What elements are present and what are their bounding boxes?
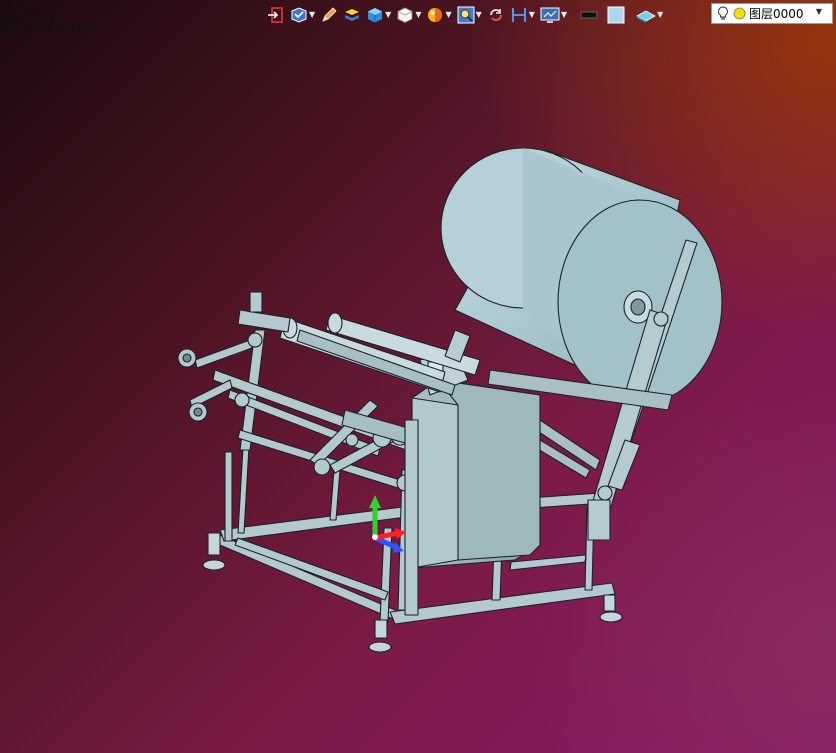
upper-rollers: [279, 312, 481, 396]
machine-model: [177, 147, 723, 653]
cad-model-view[interactable]: [0, 0, 836, 753]
